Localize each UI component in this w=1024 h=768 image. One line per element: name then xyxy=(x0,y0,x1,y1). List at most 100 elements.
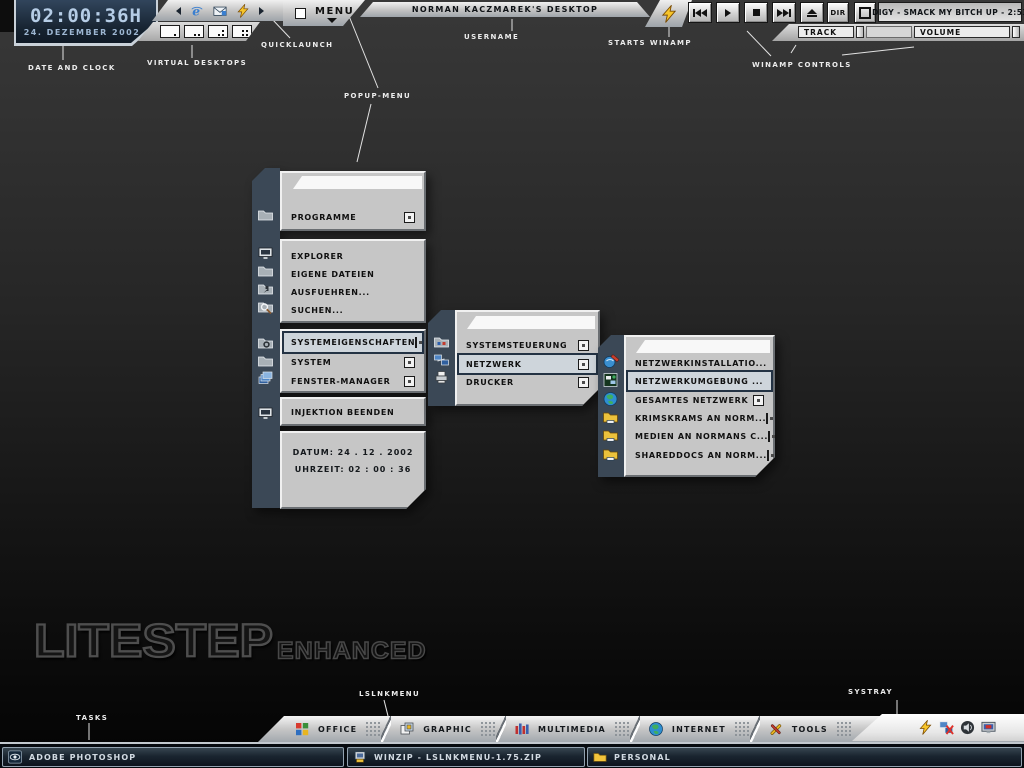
category-graphic[interactable]: GRAPHIC xyxy=(399,721,472,737)
menu-sidebar xyxy=(598,335,624,477)
menu-header-strip xyxy=(465,316,595,329)
winamp-prev-button[interactable] xyxy=(688,2,712,23)
scroll-right-icon[interactable] xyxy=(259,7,264,15)
submenu-indicator xyxy=(767,450,769,461)
separator xyxy=(733,716,760,742)
menu-item-ausfuehren[interactable]: AUSFUEHREN... xyxy=(284,283,422,301)
winamp-start-button[interactable] xyxy=(645,0,692,27)
menu-box: SYSTEMSTEUERUNG NETZWERK DRUCKER xyxy=(455,310,600,406)
graphic-icon xyxy=(399,721,415,737)
winamp-icon[interactable] xyxy=(918,720,933,735)
menu-item-suchen[interactable]: SUCHEN... xyxy=(284,301,422,319)
mail-icon[interactable] xyxy=(213,4,227,18)
winamp-dir-button[interactable]: DIR xyxy=(827,2,849,23)
menu-box: EXPLORER EIGENE DATEIEN AUSFUEHREN... SU… xyxy=(280,239,426,323)
virtual-desktops xyxy=(138,22,260,41)
quicklaunch-bar xyxy=(152,0,300,21)
menu-item-systemeigenschaften[interactable]: SYSTEMEIGENSCHAFTEN xyxy=(282,331,424,354)
winamp-play-button[interactable] xyxy=(716,2,740,23)
folders-icon xyxy=(257,207,274,223)
category-internet[interactable]: INTERNET xyxy=(648,721,726,737)
winamp-next-button[interactable] xyxy=(772,2,796,23)
virtual-desktop-1[interactable] xyxy=(160,25,180,38)
volume-slider-handle[interactable] xyxy=(1012,26,1020,38)
submenu-indicator xyxy=(415,337,423,348)
stop-icon xyxy=(752,9,760,16)
category-office[interactable]: OFFICE xyxy=(294,721,357,737)
separator xyxy=(365,716,392,742)
virtual-desktop-2[interactable] xyxy=(184,25,204,38)
internet-explorer-icon[interactable] xyxy=(190,4,204,18)
menu-item-programme[interactable]: PROGRAMME xyxy=(284,207,422,228)
menu-item-gesamtes-netzwerk[interactable]: GESAMTES NETZWERK xyxy=(628,391,771,409)
winamp-eject-button[interactable] xyxy=(800,2,824,23)
virtual-desktop-3[interactable] xyxy=(208,25,228,38)
menu-sidebar xyxy=(428,310,455,406)
eject-icon xyxy=(807,8,817,17)
volume-icon[interactable] xyxy=(960,720,975,735)
menu-info-time: UHRZEIT: 02 : 00 : 36 xyxy=(294,465,412,474)
menu-button[interactable]: MENU xyxy=(283,0,365,26)
chevron-down-icon xyxy=(327,18,337,23)
multimedia-icon xyxy=(514,721,530,737)
track-slider-label: TRACK xyxy=(798,26,854,38)
scroll-left-icon[interactable] xyxy=(176,7,181,15)
menu-item-explorer[interactable]: EXPLORER xyxy=(284,247,422,265)
separator xyxy=(835,716,852,742)
run-icon xyxy=(257,281,274,297)
winamp-icon xyxy=(660,5,678,23)
menu-item-fenster-manager[interactable]: FENSTER-MANAGER xyxy=(284,372,422,391)
folder-icon xyxy=(593,750,607,764)
menu-item-netzwerk[interactable]: NETZWERK xyxy=(459,355,596,373)
menu-item-injektion-beenden[interactable]: INJEKTION BEENDEN xyxy=(284,402,422,423)
submenu-indicator xyxy=(768,431,770,442)
menu-item-eigene-dateien[interactable]: EIGENE DATEIEN xyxy=(284,265,422,283)
track-slider-handle[interactable] xyxy=(856,26,864,38)
menu-item-netzwerkinstallation[interactable]: NETZWERKINSTALLATIO... xyxy=(628,354,771,372)
submenu-indicator xyxy=(753,395,764,406)
category-multimedia[interactable]: MULTIMEDIA xyxy=(514,721,606,737)
task-adobe-photoshop[interactable]: ADOBE PHOTOSHOP xyxy=(2,747,344,767)
annotation-winamp-controls: WINAMP CONTROLS xyxy=(752,61,852,69)
menu-item-krimskrams[interactable]: KRIMSKRAMS AN NORM... xyxy=(628,409,771,427)
menu-item-medien[interactable]: MEDIEN AN NORMANS C... xyxy=(628,427,771,445)
menu-item-drucker[interactable]: DRUCKER xyxy=(459,373,596,391)
category-tools[interactable]: TOOLS xyxy=(768,721,828,737)
winamp-sliders: TRACK VOLUME xyxy=(772,24,1024,41)
shared-folder-icon xyxy=(602,427,619,443)
annotation-popup-menu: POPUP-MENU xyxy=(344,92,412,100)
globe-icon xyxy=(602,391,619,407)
winamp-stop-button[interactable] xyxy=(744,2,768,23)
popup-menu-system: SYSTEMSTEUERUNG NETZWERK DRUCKER xyxy=(428,308,600,408)
annotation-tasks: TASKS xyxy=(76,714,109,722)
network-offline-icon[interactable] xyxy=(939,720,954,735)
winamp-icon[interactable] xyxy=(236,4,250,18)
menu-item-netzwerkumgebung[interactable]: NETZWERKUMGEBUNG ... xyxy=(628,372,771,390)
menu-item-shareddocs[interactable]: SHAREDDOCS AN NORM... xyxy=(628,446,771,464)
separator xyxy=(479,716,506,742)
display-icon[interactable] xyxy=(981,720,996,735)
search-icon xyxy=(257,299,274,315)
control-panel-icon xyxy=(433,334,450,350)
menu-sidebar xyxy=(252,168,280,508)
square-icon xyxy=(859,6,871,19)
internet-globe-icon xyxy=(648,721,664,737)
annotation-quicklaunch: QUICKLAUNCH xyxy=(261,41,334,49)
task-personal[interactable]: PERSONAL xyxy=(587,747,1022,767)
submenu-indicator xyxy=(578,359,589,370)
clock-panel: 02:00:36H 24. DEZEMBER 2002 xyxy=(14,0,158,46)
menu-header-strip xyxy=(634,340,770,353)
menu-item-systemsteuerung[interactable]: SYSTEMSTEUERUNG xyxy=(459,336,596,354)
submenu-indicator xyxy=(766,413,768,424)
systray xyxy=(852,714,1024,741)
annotation-date-clock: DATE AND CLOCK xyxy=(28,64,116,72)
separator xyxy=(613,716,640,742)
properties-icon xyxy=(257,335,274,351)
virtual-desktop-4[interactable] xyxy=(232,25,252,38)
menu-item-system[interactable]: SYSTEM xyxy=(284,353,422,372)
track-slider-groove[interactable] xyxy=(866,26,912,38)
network-icon xyxy=(433,352,450,368)
photoshop-icon xyxy=(8,750,22,764)
folders-icon xyxy=(257,353,274,369)
task-winzip[interactable]: WINZIP - LSLNKMENU-1.75.ZIP xyxy=(347,747,585,767)
